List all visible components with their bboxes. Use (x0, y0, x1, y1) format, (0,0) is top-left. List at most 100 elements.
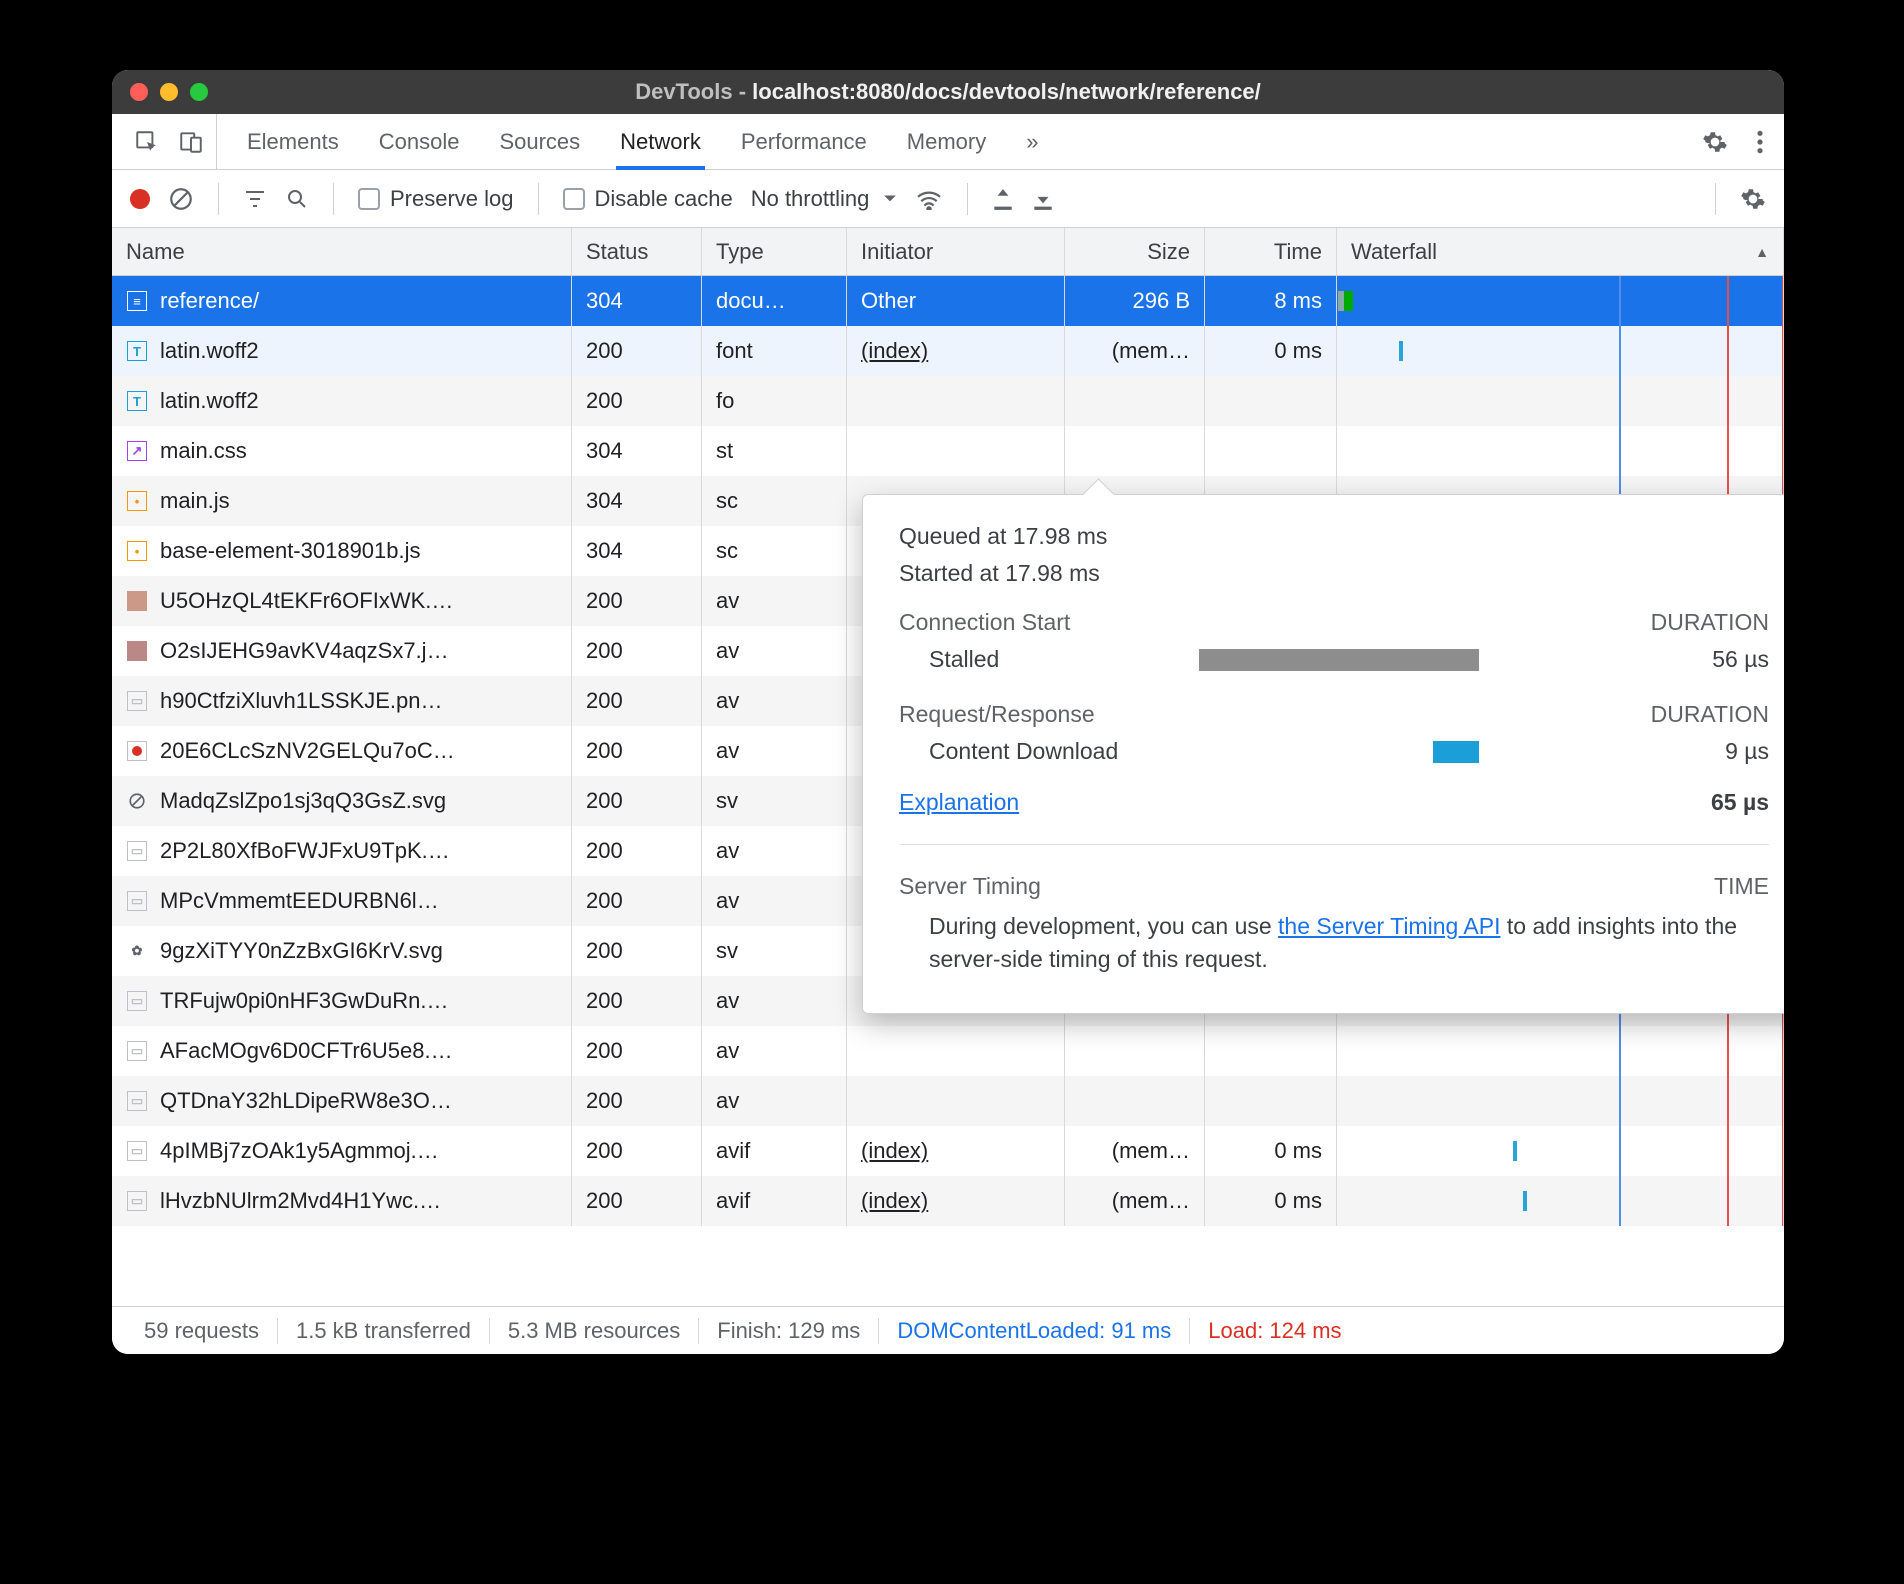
request-type: av (702, 1076, 847, 1126)
request-size: 296 B (1065, 276, 1205, 326)
request-type: sv (702, 926, 847, 976)
request-type: sc (702, 526, 847, 576)
col-time[interactable]: Time (1205, 228, 1337, 275)
stalled-value: 56 µs (1679, 646, 1769, 673)
request-row[interactable]: Tlatin.woff2200font(index)(mem…0 ms (112, 326, 1784, 376)
request-status: 200 (572, 1026, 702, 1076)
import-har-icon[interactable] (992, 187, 1014, 211)
network-settings-icon[interactable] (1740, 186, 1766, 212)
record-button[interactable] (130, 189, 150, 209)
request-initiator[interactable]: (index) (847, 326, 1065, 376)
tab-network[interactable]: Network (620, 114, 701, 169)
explanation-link[interactable]: Explanation (899, 789, 1019, 816)
disable-cache-checkbox[interactable]: Disable cache (563, 186, 733, 212)
request-size (1065, 376, 1205, 426)
request-time: 0 ms (1205, 326, 1337, 376)
request-initiator[interactable]: (index) (847, 1176, 1065, 1226)
tab-sources[interactable]: Sources (499, 114, 580, 169)
content-download-value: 9 µs (1679, 738, 1769, 765)
file-type-icon: ▭ (126, 690, 148, 712)
request-type: font (702, 326, 847, 376)
col-name[interactable]: Name (112, 228, 572, 275)
file-type-icon (126, 590, 148, 612)
request-row[interactable]: ↗main.css304st (112, 426, 1784, 476)
request-name: latin.woff2 (160, 388, 259, 414)
network-conditions-icon[interactable] (915, 188, 943, 210)
request-type: sv (702, 776, 847, 826)
status-load: Load: 124 ms (1190, 1318, 1359, 1344)
file-type-icon: ▭ (126, 1190, 148, 1212)
window-close-button[interactable] (130, 83, 148, 101)
col-waterfall[interactable]: Waterfall▲ (1337, 228, 1784, 275)
request-size (1065, 1026, 1205, 1076)
file-type-icon: T (126, 390, 148, 412)
file-type-icon (126, 640, 148, 662)
tab-console[interactable]: Console (379, 114, 460, 169)
export-har-icon[interactable] (1032, 187, 1054, 211)
request-initiator[interactable]: (index) (847, 1126, 1065, 1176)
status-resources: 5.3 MB resources (490, 1318, 699, 1344)
preserve-log-checkbox[interactable]: Preserve log (358, 186, 514, 212)
request-status: 200 (572, 1076, 702, 1126)
network-toolbar: Preserve log Disable cache No throttling (112, 170, 1784, 228)
col-status[interactable]: Status (572, 228, 702, 275)
request-time (1205, 376, 1337, 426)
file-type-icon: ▭ (126, 1090, 148, 1112)
request-status: 304 (572, 426, 702, 476)
col-type[interactable]: Type (702, 228, 847, 275)
tabs-overflow-icon[interactable]: » (1026, 114, 1038, 169)
request-status: 304 (572, 476, 702, 526)
request-name: U5OHzQL4tEKFr6OFIxWK.… (160, 588, 453, 614)
tab-performance[interactable]: Performance (741, 114, 867, 169)
request-status: 200 (572, 876, 702, 926)
file-type-icon: ↗ (126, 440, 148, 462)
request-row[interactable]: ▭4pIMBj7zOAk1y5Agmmoj.…200avif(index)(me… (112, 1126, 1784, 1176)
file-type-icon: ▭ (126, 1140, 148, 1162)
search-icon[interactable] (285, 187, 309, 211)
window-zoom-button[interactable] (190, 83, 208, 101)
request-type: av (702, 876, 847, 926)
tab-memory[interactable]: Memory (907, 114, 986, 169)
request-row[interactable]: Tlatin.woff2200fo (112, 376, 1784, 426)
request-type: av (702, 726, 847, 776)
request-type: docu… (702, 276, 847, 326)
request-name: 4pIMBj7zOAk1y5Agmmoj.… (160, 1138, 439, 1164)
request-waterfall (1337, 1126, 1784, 1176)
request-waterfall (1337, 1026, 1784, 1076)
request-type: av (702, 976, 847, 1026)
tab-elements[interactable]: Elements (247, 114, 339, 169)
request-initiator (847, 376, 1065, 426)
inspect-toggle-group (112, 114, 217, 169)
col-size[interactable]: Size (1065, 228, 1205, 275)
request-status: 200 (572, 1176, 702, 1226)
inspect-element-icon[interactable] (134, 129, 160, 155)
request-name: base-element-3018901b.js (160, 538, 421, 564)
server-timing-api-link[interactable]: the Server Timing API (1278, 913, 1500, 939)
network-table-header: Name Status Type Initiator Size Time Wat… (112, 228, 1784, 276)
window-minimize-button[interactable] (160, 83, 178, 101)
more-menu-icon[interactable] (1756, 129, 1764, 155)
request-row[interactable]: ▭lHvzbNUlrm2Mvd4H1Ywc.…200avif(index)(me… (112, 1176, 1784, 1226)
throttling-dropdown[interactable]: No throttling (751, 186, 898, 212)
content-download-label: Content Download (899, 738, 1199, 765)
device-toggle-icon[interactable] (178, 129, 204, 155)
request-type: av (702, 576, 847, 626)
request-status: 200 (572, 1126, 702, 1176)
col-initiator[interactable]: Initiator (847, 228, 1065, 275)
request-status: 200 (572, 976, 702, 1026)
server-timing-text: During development, you can use the Serv… (899, 910, 1769, 977)
request-row[interactable]: ▭QTDnaY32hLDipeRW8e3O…200av (112, 1076, 1784, 1126)
request-name: reference/ (160, 288, 259, 314)
request-status: 304 (572, 276, 702, 326)
request-row[interactable]: ▭AFacMOgv6D0CFTr6U5e8.…200av (112, 1026, 1784, 1076)
request-name: 20E6CLcSzNV2GELQu7oC… (160, 738, 455, 764)
filter-icon[interactable] (243, 187, 267, 211)
file-type-icon: • (126, 490, 148, 512)
clear-log-icon[interactable] (168, 186, 194, 212)
request-initiator (847, 426, 1065, 476)
request-type: sc (702, 476, 847, 526)
request-row[interactable]: ≡reference/304docu…Other296 B8 ms (112, 276, 1784, 326)
file-type-icon (126, 790, 148, 812)
request-size: (mem… (1065, 326, 1205, 376)
settings-gear-icon[interactable] (1702, 129, 1728, 155)
